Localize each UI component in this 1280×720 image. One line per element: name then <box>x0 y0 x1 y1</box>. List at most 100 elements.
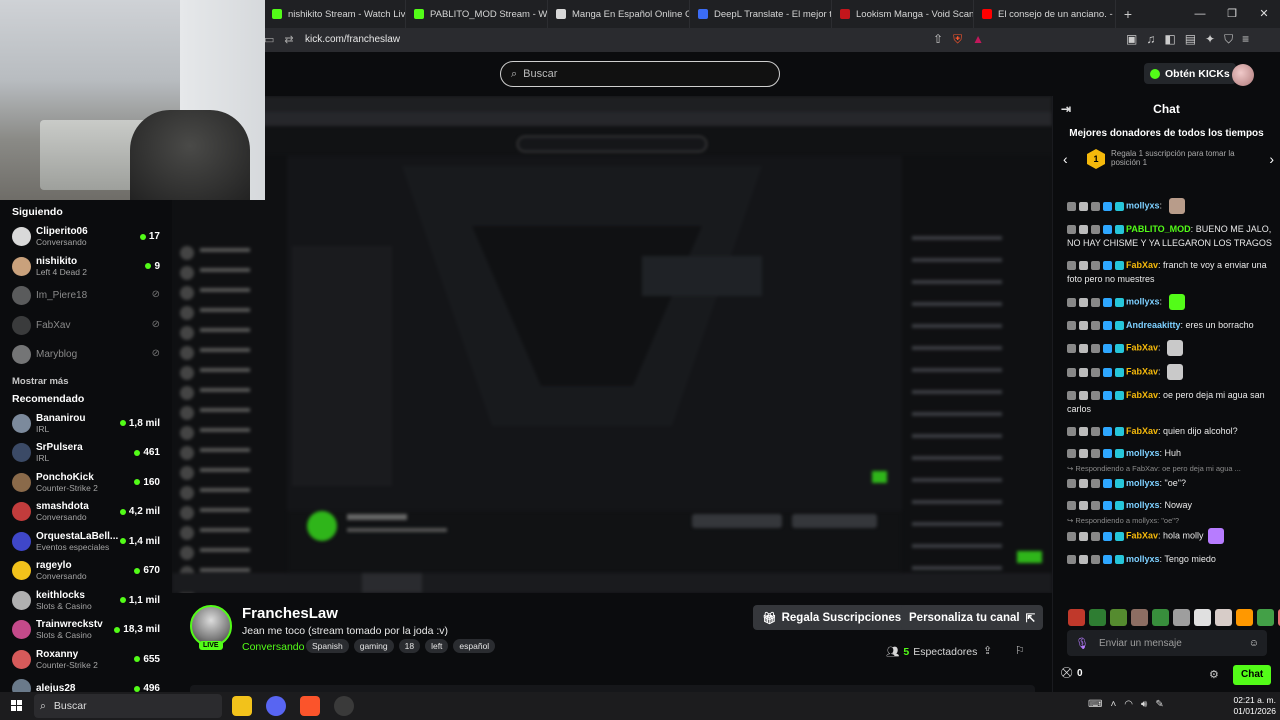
brave-icon[interactable] <box>300 696 320 716</box>
share-page-icon[interactable]: ⇧ <box>933 32 943 47</box>
badge-icon <box>1091 343 1100 353</box>
sidebar-icon[interactable]: ▣ <box>1126 32 1137 47</box>
emote-icon[interactable] <box>1089 609 1106 626</box>
chat-username[interactable]: mollyxs <box>1126 500 1160 510</box>
collapse-chat-icon[interactable]: ⇥ <box>1061 102 1071 116</box>
chevron-left-icon[interactable]: ‹ <box>1063 151 1068 167</box>
get-kicks-button[interactable]: Obtén KICKs <box>1144 63 1236 84</box>
emote-icon[interactable] <box>1257 609 1274 626</box>
video-player[interactable] <box>172 96 1052 593</box>
media-icon[interactable]: ♫ <box>1146 32 1155 47</box>
emote-icon[interactable] <box>1236 609 1253 626</box>
windows-start-icon[interactable] <box>11 700 22 711</box>
gift-subscriptions-button[interactable]: 🎁︎ Regala Suscripciones <box>753 605 911 630</box>
tray-volume-icon[interactable]: 🔊︎ <box>1141 699 1147 710</box>
show-more-link[interactable]: Mostrar más <box>12 376 160 387</box>
channel-item[interactable]: SrPulsera IRL 461 <box>12 438 160 468</box>
emote-icon[interactable] <box>1194 609 1211 626</box>
emote-icon[interactable] <box>1131 609 1148 626</box>
channel-item[interactable]: Bananirou IRL 1,8 mil <box>12 409 160 439</box>
stream-tag[interactable]: Spanish <box>306 639 349 653</box>
emote-icon[interactable] <box>1068 609 1085 626</box>
mod-tools-icon[interactable]: ⚐ <box>1015 644 1025 657</box>
vpn-icon[interactable]: ⛉ <box>1224 32 1233 47</box>
tray-chevron-icon[interactable]: ˄ <box>1110 699 1116 710</box>
browser-tab[interactable]: DeepL Translate - El mejor trad× <box>690 0 832 28</box>
emote-icon[interactable] <box>1215 609 1232 626</box>
chat-username[interactable]: mollyxs <box>1126 478 1160 488</box>
taskbar-search[interactable]: ⌕ Buscar <box>34 694 222 718</box>
customize-channel-button[interactable]: Personaliza tu canal ⇱ <box>901 605 1044 630</box>
chat-username[interactable]: FabXav <box>1126 366 1158 376</box>
brave-rewards-icon[interactable]: ▲ <box>972 32 984 47</box>
channel-item[interactable]: PonchoKick Counter-Strike 2 160 <box>12 468 160 498</box>
new-tab-button[interactable]: + <box>1116 6 1140 22</box>
clock[interactable]: 02:21 a. m. 01/01/2026 <box>1230 695 1276 717</box>
chat-username[interactable]: mollyxs <box>1126 200 1160 210</box>
chat-input[interactable]: 🎙︎ Enviar un mensaje ☺ <box>1067 630 1267 656</box>
channel-item[interactable]: Roxanny Counter-Strike 2 655 <box>12 645 160 675</box>
stream-tag[interactable]: español <box>453 639 496 653</box>
browser-tab[interactable]: Manga En Español Online Grat× <box>548 0 690 28</box>
chat-username[interactable]: FabXav <box>1126 390 1158 400</box>
channel-item[interactable]: rageylo Conversando 670 <box>12 556 160 586</box>
reading-list-icon[interactable]: ◧ <box>1164 32 1175 47</box>
channel-item[interactable]: OrquestaLaBell... Eventos especiales 1,4 m… <box>12 527 160 557</box>
channel-item[interactable]: Cliperito06 Conversando 17 <box>12 222 160 252</box>
chat-username[interactable]: PABLITO_MOD <box>1126 224 1191 234</box>
chat-username[interactable]: FabXav <box>1126 342 1158 352</box>
chat-username[interactable]: FabXav <box>1126 426 1158 436</box>
browser-tab[interactable]: El consejo de un anciano. - You× <box>974 0 1116 28</box>
tray-pen-icon[interactable]: ✎ <box>1155 699 1163 710</box>
user-avatar[interactable] <box>1232 64 1254 86</box>
stream-tag[interactable]: left <box>425 639 449 653</box>
menu-icon[interactable]: ≡ <box>1242 32 1249 47</box>
channel-avatar <box>12 227 31 247</box>
brave-shield-icon[interactable]: ⛨ <box>953 32 962 47</box>
chat-username[interactable]: mollyxs <box>1126 554 1160 564</box>
obs-icon[interactable] <box>334 696 354 716</box>
channel-item[interactable]: nishikito Left 4 Dead 2 9 <box>12 252 160 282</box>
streamer-name[interactable]: FranchesLaw <box>242 605 338 622</box>
leo-icon[interactable]: ✦ <box>1205 32 1215 47</box>
chevron-right-icon[interactable]: › <box>1269 151 1274 167</box>
search-input[interactable]: ⌕ Buscar <box>500 61 780 87</box>
emote-icon[interactable] <box>1152 609 1169 626</box>
stream-category[interactable]: Conversando <box>242 641 304 653</box>
wallet-icon[interactable]: ▤ <box>1185 32 1196 47</box>
emote-icon[interactable] <box>1110 609 1127 626</box>
share-icon[interactable]: ⇪ <box>983 644 992 657</box>
channel-item[interactable]: keithlocks Slots & Casino 1,1 mil <box>12 586 160 616</box>
stream-tag[interactable]: gaming <box>353 639 394 653</box>
chat-username[interactable]: mollyxs <box>1126 296 1160 306</box>
chat-username[interactable]: mollyxs <box>1126 448 1160 458</box>
tray-keyboard-icon[interactable]: ⌨ <box>1088 699 1102 710</box>
restore-icon[interactable]: ❐ <box>1216 0 1248 28</box>
webcam-chair <box>130 110 250 200</box>
minimize-icon[interactable]: — <box>1184 0 1216 28</box>
gear-icon[interactable]: ⚙ <box>1209 668 1219 681</box>
channel-item[interactable]: Trainwreckstv Slots & Casino 18,3 mil <box>12 615 160 645</box>
channel-item[interactable]: smashdota Conversando 4,2 mil <box>12 497 160 527</box>
file-explorer-icon[interactable] <box>232 696 252 716</box>
send-chat-button[interactable]: Chat <box>1233 665 1272 685</box>
viewer-number: 9 <box>154 260 160 272</box>
site-settings-icon[interactable]: ⇄ <box>284 33 293 46</box>
browser-tab[interactable]: PABLITO_MOD Stream - Watch× <box>406 0 548 28</box>
close-icon[interactable]: ✕ <box>1248 0 1280 28</box>
chat-username[interactable]: FabXav <box>1126 260 1158 270</box>
url-field[interactable]: kick.com/francheslaw <box>305 34 400 45</box>
discord-icon[interactable] <box>266 696 286 716</box>
stream-tag[interactable]: 18 <box>398 639 421 653</box>
browser-tab[interactable]: Lookism Manga - Void Scans h× <box>832 0 974 28</box>
tray-wifi-icon[interactable]: ◠ <box>1124 699 1133 710</box>
channel-item[interactable]: Im_Piere18 ⊘ <box>12 281 160 311</box>
browser-tab[interactable]: nishikito Stream - Watch Live o× <box>264 0 406 28</box>
mic-icon[interactable]: 🎙︎ <box>1075 637 1089 650</box>
chat-username[interactable]: FabXav <box>1126 530 1158 540</box>
emoji-icon[interactable]: ☺ <box>1249 638 1259 649</box>
channel-item[interactable]: Maryblog ⊘ <box>12 340 160 370</box>
emote-icon[interactable] <box>1173 609 1190 626</box>
channel-item[interactable]: FabXav ⊘ <box>12 311 160 341</box>
chat-username[interactable]: Andreaakitty <box>1126 320 1181 330</box>
